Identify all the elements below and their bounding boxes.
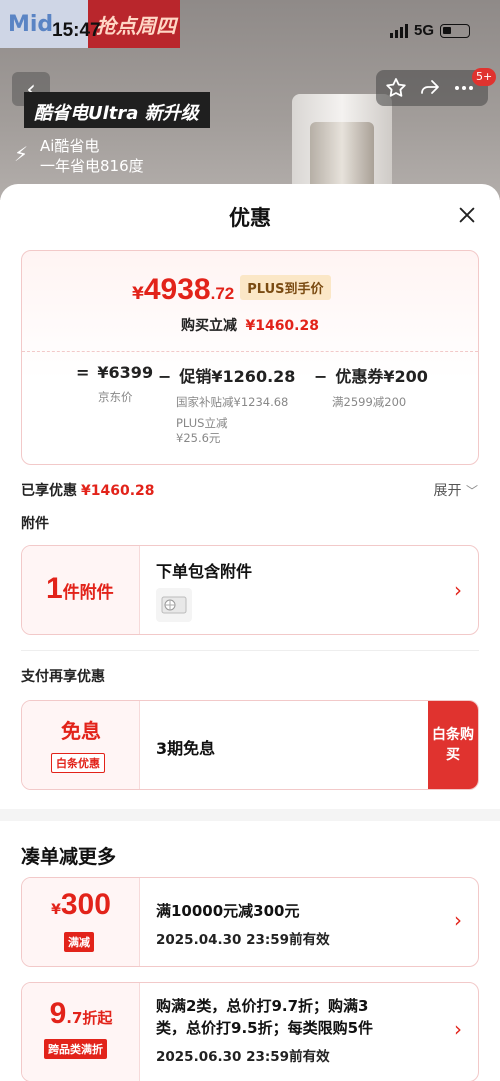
offer-currency: ¥ <box>51 902 61 918</box>
offer-rule: 满10000元减300元 <box>156 902 300 920</box>
signal-icon <box>389 23 408 38</box>
plus-price-tag: PLUS到手价 <box>240 275 331 300</box>
breakdown-note: PLUS立减 <box>176 416 228 430</box>
offer-amount: 300 <box>60 888 111 921</box>
status-time: 15:47 <box>52 20 101 41</box>
star-icon[interactable] <box>384 76 408 100</box>
promo-line: 一年省电816度 <box>40 157 144 175</box>
offer-validity: 2025.06.30 23:59前有效 <box>156 1049 330 1065</box>
offer-tag: 跨品类满折 <box>44 1039 107 1059</box>
instant-discount-value: ¥1460.28 <box>245 318 319 334</box>
price-integer: 4938 <box>143 273 211 306</box>
promo-line: Ai酷省电 <box>40 137 100 155</box>
interest-free-card[interactable]: 免息 白条优惠 3期免息 白条购买 <box>21 700 479 790</box>
enjoyed-discount-value: ¥1460.28 <box>81 483 155 499</box>
breakdown-item-list-price: = ¥6399 京东价 <box>76 363 153 405</box>
breakdown-value: ¥6399 <box>97 363 154 382</box>
offer-rule: 购满2类，总价打9.7折；购满3 类，总价打9.5折；每类限购5件 <box>156 995 373 1039</box>
discount-sheet: 优惠 ¥ 4938 .72 PLUS到手价 购买立减 ¥1460.28 = ¥63… <box>0 184 500 1081</box>
installment-title: 3期免息 <box>156 739 216 758</box>
instant-discount-label: 购买立减 <box>181 318 238 334</box>
share-icon[interactable] <box>418 76 442 100</box>
breakdown-value: 促销¥1260.28 <box>179 367 296 386</box>
accessory-count: 1 <box>46 572 63 605</box>
operator: = <box>76 363 90 382</box>
accessory-card[interactable]: 1件附件 下单包含附件 › <box>21 545 479 635</box>
breakdown-note: ¥25.6元 <box>176 431 221 445</box>
operator: − <box>158 367 172 386</box>
cart-badge: 5+ <box>472 68 497 86</box>
expand-label: 展开 <box>433 483 462 499</box>
payment-offers-heading: 支付再享优惠 <box>21 669 105 685</box>
interest-free-panel: 免息 白条优惠 <box>22 701 140 789</box>
battery-icon <box>440 23 470 38</box>
offer-amount-panel: ¥300 满减 <box>22 878 140 966</box>
campaign-logo: 抢点周四 <box>96 14 176 38</box>
offer-amount-suffix: .7折起 <box>66 1009 113 1027</box>
breakdown-item-coupon: − 优惠券¥200 满2599减200 <box>314 363 428 410</box>
expand-button[interactable]: 展开 ﹀ <box>434 480 478 500</box>
chevron-right-icon: › <box>454 578 462 602</box>
offer-validity: 2025.04.30 23:59前有效 <box>156 932 330 948</box>
final-price: ¥ 4938 .72 PLUS到手价 <box>132 273 331 307</box>
accessory-unit: 件附件 <box>62 583 114 603</box>
accessory-title: 下单包含附件 <box>156 562 253 581</box>
accessory-count-panel: 1件附件 <box>22 546 140 634</box>
breakdown-note: 国家补贴减¥1234.68 <box>176 395 289 409</box>
breakdown-note: 京东价 <box>98 390 133 404</box>
accessories-heading: 附件 <box>21 516 49 532</box>
sheet-title: 优惠 <box>229 206 271 230</box>
outdoor-unit-thumbnail[interactable] <box>156 588 192 622</box>
instant-discount: 购买立减 ¥1460.28 <box>22 315 478 335</box>
baitiao-tag: 白条优惠 <box>51 753 105 773</box>
network-label: 5G <box>413 22 434 39</box>
divider <box>21 650 479 651</box>
close-icon[interactable] <box>456 204 478 226</box>
chevron-down-icon: ﹀ <box>465 484 478 498</box>
price-decimal: .72 <box>210 284 235 303</box>
breakdown-value: 优惠券¥200 <box>335 367 428 386</box>
offer-rule-line: 购满2类，总价打9.7折；购满3 <box>156 997 369 1015</box>
enjoyed-discount-label: 已享优惠 <box>21 483 77 499</box>
offer-card-cross-category[interactable]: 9.7折起 跨品类满折 购满2类，总价打9.7折；购满3 类，总价打9.5折；每… <box>21 982 479 1081</box>
ac-unit-icon <box>161 596 187 614</box>
breakdown-note: 满2599减200 <box>332 395 407 409</box>
price-summary-card: ¥ 4938 .72 PLUS到手价 购买立减 ¥1460.28 = ¥6399 … <box>21 250 479 465</box>
bolt-icon: ⚡ <box>14 142 29 166</box>
breakdown-item-promotion: − 促销¥1260.28 国家补贴减¥1234.68 PLUS立减 ¥25.6元 <box>158 363 295 446</box>
chevron-right-icon: › <box>454 1017 462 1041</box>
offer-amount-panel: 9.7折起 跨品类满折 <box>22 983 140 1081</box>
promo-banner-text: Ai酷省电 一年省电816度 <box>40 136 144 176</box>
enjoyed-discount: 已享优惠 ¥1460.28 <box>21 480 155 500</box>
interest-free-label: 免息 <box>61 719 101 743</box>
offer-tag: 满减 <box>64 932 94 952</box>
section-separator <box>0 809 500 821</box>
status-indicators: 5G <box>389 22 470 39</box>
promo-banner-title: 酷省电Ultra 新升级 <box>24 92 210 128</box>
operator: − <box>314 367 328 386</box>
price-currency: ¥ <box>132 284 144 304</box>
baitiao-buy-button[interactable]: 白条购买 <box>428 701 478 789</box>
chevron-right-icon: › <box>454 908 462 932</box>
offer-rule-line: 类，总价打9.5折；每类限购5件 <box>156 1019 374 1037</box>
more-offers-heading: 凑单减更多 <box>21 846 117 868</box>
divider <box>22 351 478 352</box>
offer-amount: 9 <box>49 997 67 1030</box>
offer-card-full-reduction[interactable]: ¥300 满减 满10000元减300元 2025.04.30 23:59前有效… <box>21 877 479 967</box>
